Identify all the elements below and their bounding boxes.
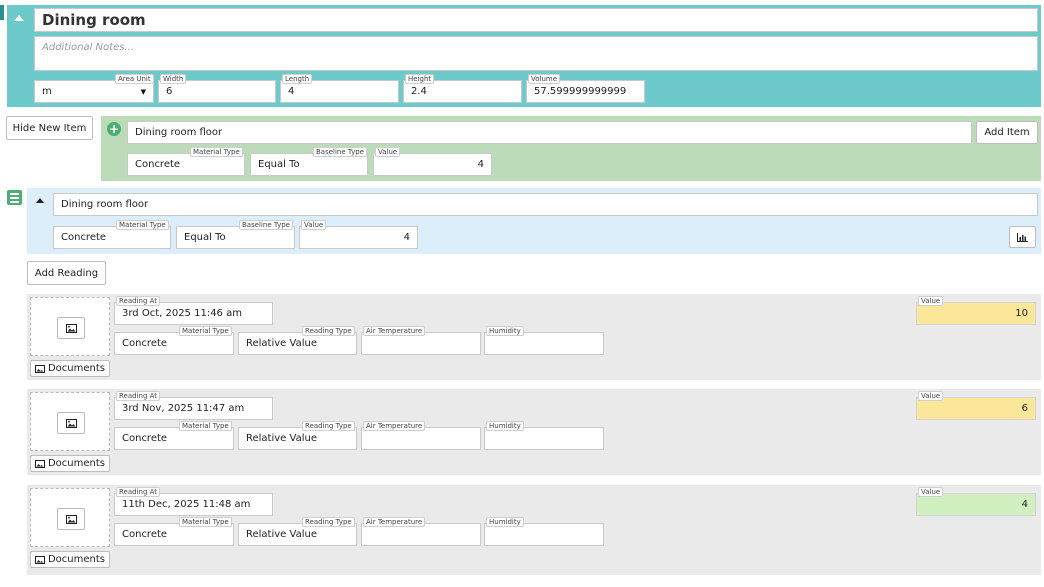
reading-type-label: Reading Type — [302, 326, 355, 336]
reading-row: Documents 3rd Nov, 2025 11:47 am Reading… — [27, 389, 1041, 475]
new-item-baseline-type-label: Baseline Type — [313, 147, 367, 157]
add-photo-button[interactable] — [57, 508, 85, 530]
image-icon — [65, 514, 77, 524]
humidity-label: Humidity — [486, 421, 524, 431]
new-item-name-input[interactable]: Dining room floor — [127, 121, 972, 144]
chart-button[interactable] — [1009, 226, 1036, 248]
menu-line — [10, 200, 19, 203]
room-notes-textarea[interactable]: Additional Notes... — [34, 36, 1038, 71]
add-circle-icon[interactable]: + — [107, 122, 121, 136]
documents-label: Documents — [47, 458, 106, 469]
reading-at-label: Reading At — [116, 487, 161, 497]
caret-up-icon — [36, 197, 44, 203]
length-label: Length — [282, 74, 313, 84]
bar-chart-icon — [1017, 232, 1028, 242]
image-icon — [34, 364, 45, 373]
hide-new-item-button[interactable]: Hide New Item — [6, 116, 93, 140]
image-icon — [65, 323, 77, 333]
reading-at-label: Reading At — [116, 296, 161, 306]
reading-row: Documents 3rd Oct, 2025 11:46 am Reading… — [27, 294, 1041, 380]
image-icon — [34, 555, 45, 564]
photo-dropzone[interactable] — [30, 392, 110, 451]
photo-dropzone[interactable] — [30, 488, 110, 547]
reading-material-type-label: Material Type — [179, 421, 232, 431]
item-panel: Dining room floor Concrete Material Type… — [27, 188, 1041, 254]
add-item-button[interactable]: Add Item — [976, 121, 1038, 144]
air-temperature-label: Air Temperature — [363, 517, 426, 527]
reading-value-label: Value — [918, 487, 944, 497]
humidity-label: Humidity — [486, 517, 524, 527]
air-temperature-label: Air Temperature — [363, 326, 426, 336]
room-name-input[interactable]: Dining room — [34, 8, 1038, 32]
dropdown-arrow-icon: ▼ — [140, 87, 146, 96]
new-item-material-type-label: Material Type — [190, 147, 243, 157]
image-icon — [34, 459, 45, 468]
reading-type-label: Reading Type — [302, 421, 355, 431]
collapse-room-button[interactable] — [10, 9, 28, 27]
documents-button[interactable]: Documents — [30, 360, 110, 377]
reading-type-label: Reading Type — [302, 517, 355, 527]
add-reading-button[interactable]: Add Reading — [27, 261, 106, 285]
area-unit-label: Area Unit — [115, 74, 154, 84]
documents-label: Documents — [47, 554, 106, 565]
reading-material-type-label: Material Type — [179, 326, 232, 336]
reading-value-label: Value — [918, 296, 944, 306]
documents-button[interactable]: Documents — [30, 551, 110, 568]
item-material-type-label: Material Type — [116, 220, 169, 230]
reading-material-type-label: Material Type — [179, 517, 232, 527]
width-label: Width — [160, 74, 187, 84]
collapse-item-button[interactable] — [31, 193, 49, 207]
add-photo-button[interactable] — [57, 317, 85, 339]
room-accent-bar — [0, 5, 4, 20]
photo-dropzone[interactable] — [30, 297, 110, 356]
item-menu-button[interactable] — [7, 190, 22, 205]
documents-button[interactable]: Documents — [30, 455, 110, 472]
item-baseline-type-label: Baseline Type — [239, 220, 293, 230]
add-photo-button[interactable] — [57, 412, 85, 434]
image-icon — [65, 418, 77, 428]
reading-value-label: Value — [918, 391, 944, 401]
volume-label: Volume — [528, 74, 561, 84]
area-unit-value: m — [42, 86, 52, 97]
height-label: Height — [405, 74, 435, 84]
menu-line — [10, 192, 19, 195]
reading-row: Documents 11th Dec, 2025 11:48 am Readin… — [27, 485, 1041, 575]
item-name-input[interactable]: Dining room floor — [53, 193, 1038, 216]
item-value-label: Value — [301, 220, 327, 230]
new-item-panel: + Dining room floor Add Item Concrete Ma… — [101, 116, 1041, 181]
humidity-label: Humidity — [486, 326, 524, 336]
new-item-value-label: Value — [375, 147, 401, 157]
reading-at-label: Reading At — [116, 391, 161, 401]
menu-line — [10, 196, 19, 199]
documents-label: Documents — [47, 363, 106, 374]
air-temperature-label: Air Temperature — [363, 421, 426, 431]
caret-up-icon — [14, 15, 24, 21]
room-panel: Dining room Additional Notes... m ▼ Area… — [7, 5, 1041, 107]
